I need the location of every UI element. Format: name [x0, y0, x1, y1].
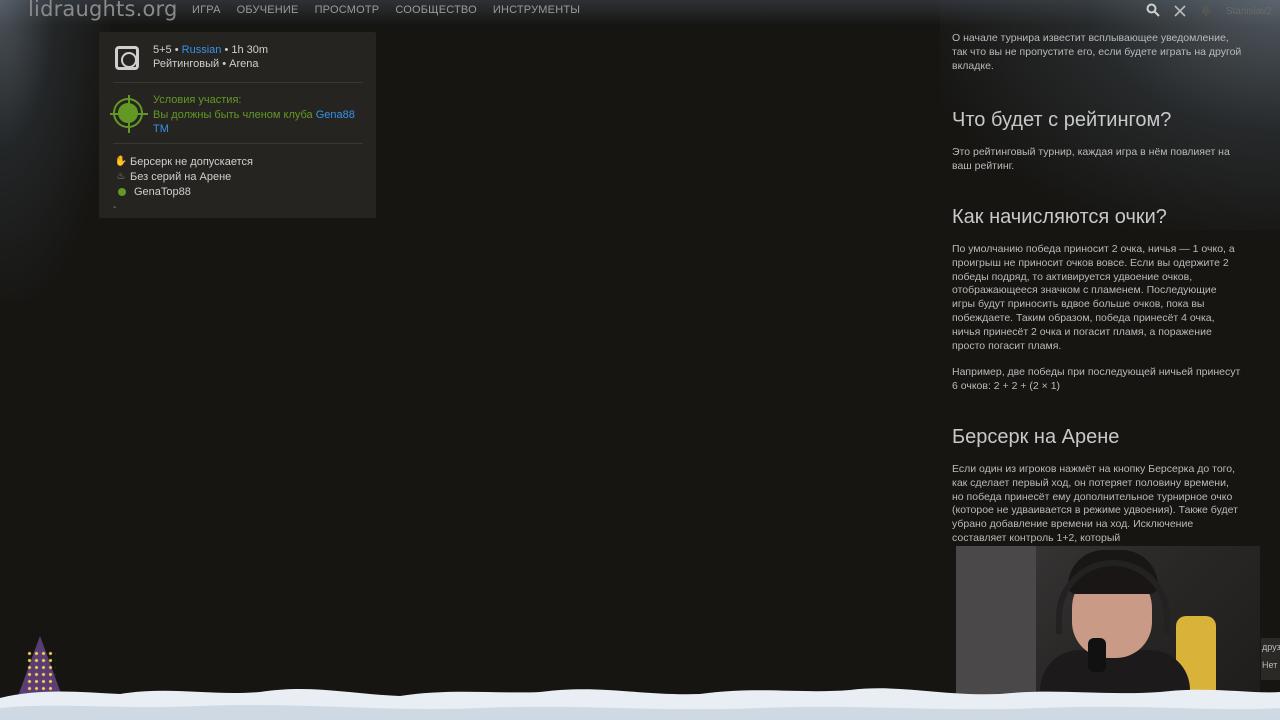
tournament-clock-line: 5+5 • Russian • 1h 30m [153, 44, 269, 56]
target-icon [110, 95, 148, 133]
tournament-clock-icon [115, 46, 139, 70]
username-link[interactable]: Stanislav2 [1226, 6, 1272, 17]
frost-decoration-left [0, 0, 110, 300]
bell-icon[interactable] [1200, 4, 1212, 20]
tournament-faq: О начале турнира известит всплывающее ув… [952, 32, 1242, 546]
notification-toast[interactable]: друз Нет [1261, 638, 1280, 680]
nav-tools[interactable]: ИНСТРУМЕНТЫ [493, 4, 580, 16]
faq-berserk-title: Берсерк на Арене [952, 425, 1120, 448]
tournament-rules: ✋ Берсерк не допускается ♨ Без серий на … [113, 154, 253, 199]
faq-rating-title: Что будет с рейтингом? [952, 109, 1172, 132]
close-icon[interactable] [1174, 4, 1186, 20]
header-actions: Stanislav2 [1146, 3, 1272, 20]
tournament-info-panel: 5+5 • Russian • 1h 30m Рейтинговый • Are… [99, 32, 376, 218]
nav-learn[interactable]: ОБУЧЕНИЕ [237, 4, 299, 16]
toast-action[interactable]: Нет [1261, 656, 1280, 674]
faq-points-text: По умолчанию победа приносит 2 очка, нич… [952, 242, 1235, 352]
toast-text: друз [1262, 642, 1280, 652]
snow-decoration [0, 688, 1280, 720]
faq-rating-text: Это рейтинговый турнир, каждая игра в нё… [952, 146, 1230, 173]
conditions-requirement: Вы должны быть членом клуба [153, 109, 313, 121]
duration-value: 1h 30m [231, 44, 269, 56]
rule-label: Без серий на Арене [130, 170, 232, 183]
webcam-overlay [956, 546, 1260, 704]
conditions-title: Условия участия: [153, 94, 242, 106]
main-nav: ИГРА ОБУЧЕНИЕ ПРОСМОТР СООБЩЕСТВО ИНСТРУ… [192, 4, 580, 16]
rated-type: Рейтинговый • Arena [153, 58, 259, 70]
variant-link[interactable]: Russian [182, 44, 222, 56]
divider [113, 143, 363, 144]
rule-label: Берсерк не допускается [130, 155, 253, 168]
faq-example-text: Например, две победы при последующей нич… [952, 366, 1241, 393]
faq-points-title: Как начисляются очки? [952, 205, 1167, 228]
flame-icon: ♨ [116, 171, 126, 182]
nav-community[interactable]: СООБЩЕСТВО [395, 4, 477, 16]
online-status-icon [118, 187, 126, 196]
description-placeholder: - [113, 202, 117, 213]
site-header: lidraughts.org ИГРА ОБУЧЕНИЕ ПРОСМОТР СО… [0, 0, 1280, 24]
rule-no-berserk: ✋ Берсерк не допускается [113, 154, 253, 169]
search-icon[interactable] [1146, 3, 1160, 20]
site-logo[interactable]: lidraughts.org [28, 0, 178, 21]
nav-play[interactable]: ИГРА [192, 4, 221, 16]
clock-value: 5+5 [153, 44, 172, 56]
conditions-text: Вы должны быть членом клуба Gena88 TM [153, 108, 363, 136]
creator-link[interactable]: GenaTop88 [134, 186, 191, 198]
webcam-background [956, 546, 1036, 704]
microphone-icon [1088, 638, 1106, 672]
berserk-off-icon: ✋ [114, 156, 128, 167]
faq-berserk-text: Если один из игроков нажмёт на кнопку Бе… [952, 462, 1238, 544]
creator-row: GenaTop88 [113, 184, 253, 199]
divider [113, 82, 363, 83]
rule-no-streaks: ♨ Без серий на Арене [113, 169, 253, 184]
faq-intro: О начале турнира известит всплывающее ув… [952, 32, 1242, 72]
nav-watch[interactable]: ПРОСМОТР [315, 4, 380, 16]
